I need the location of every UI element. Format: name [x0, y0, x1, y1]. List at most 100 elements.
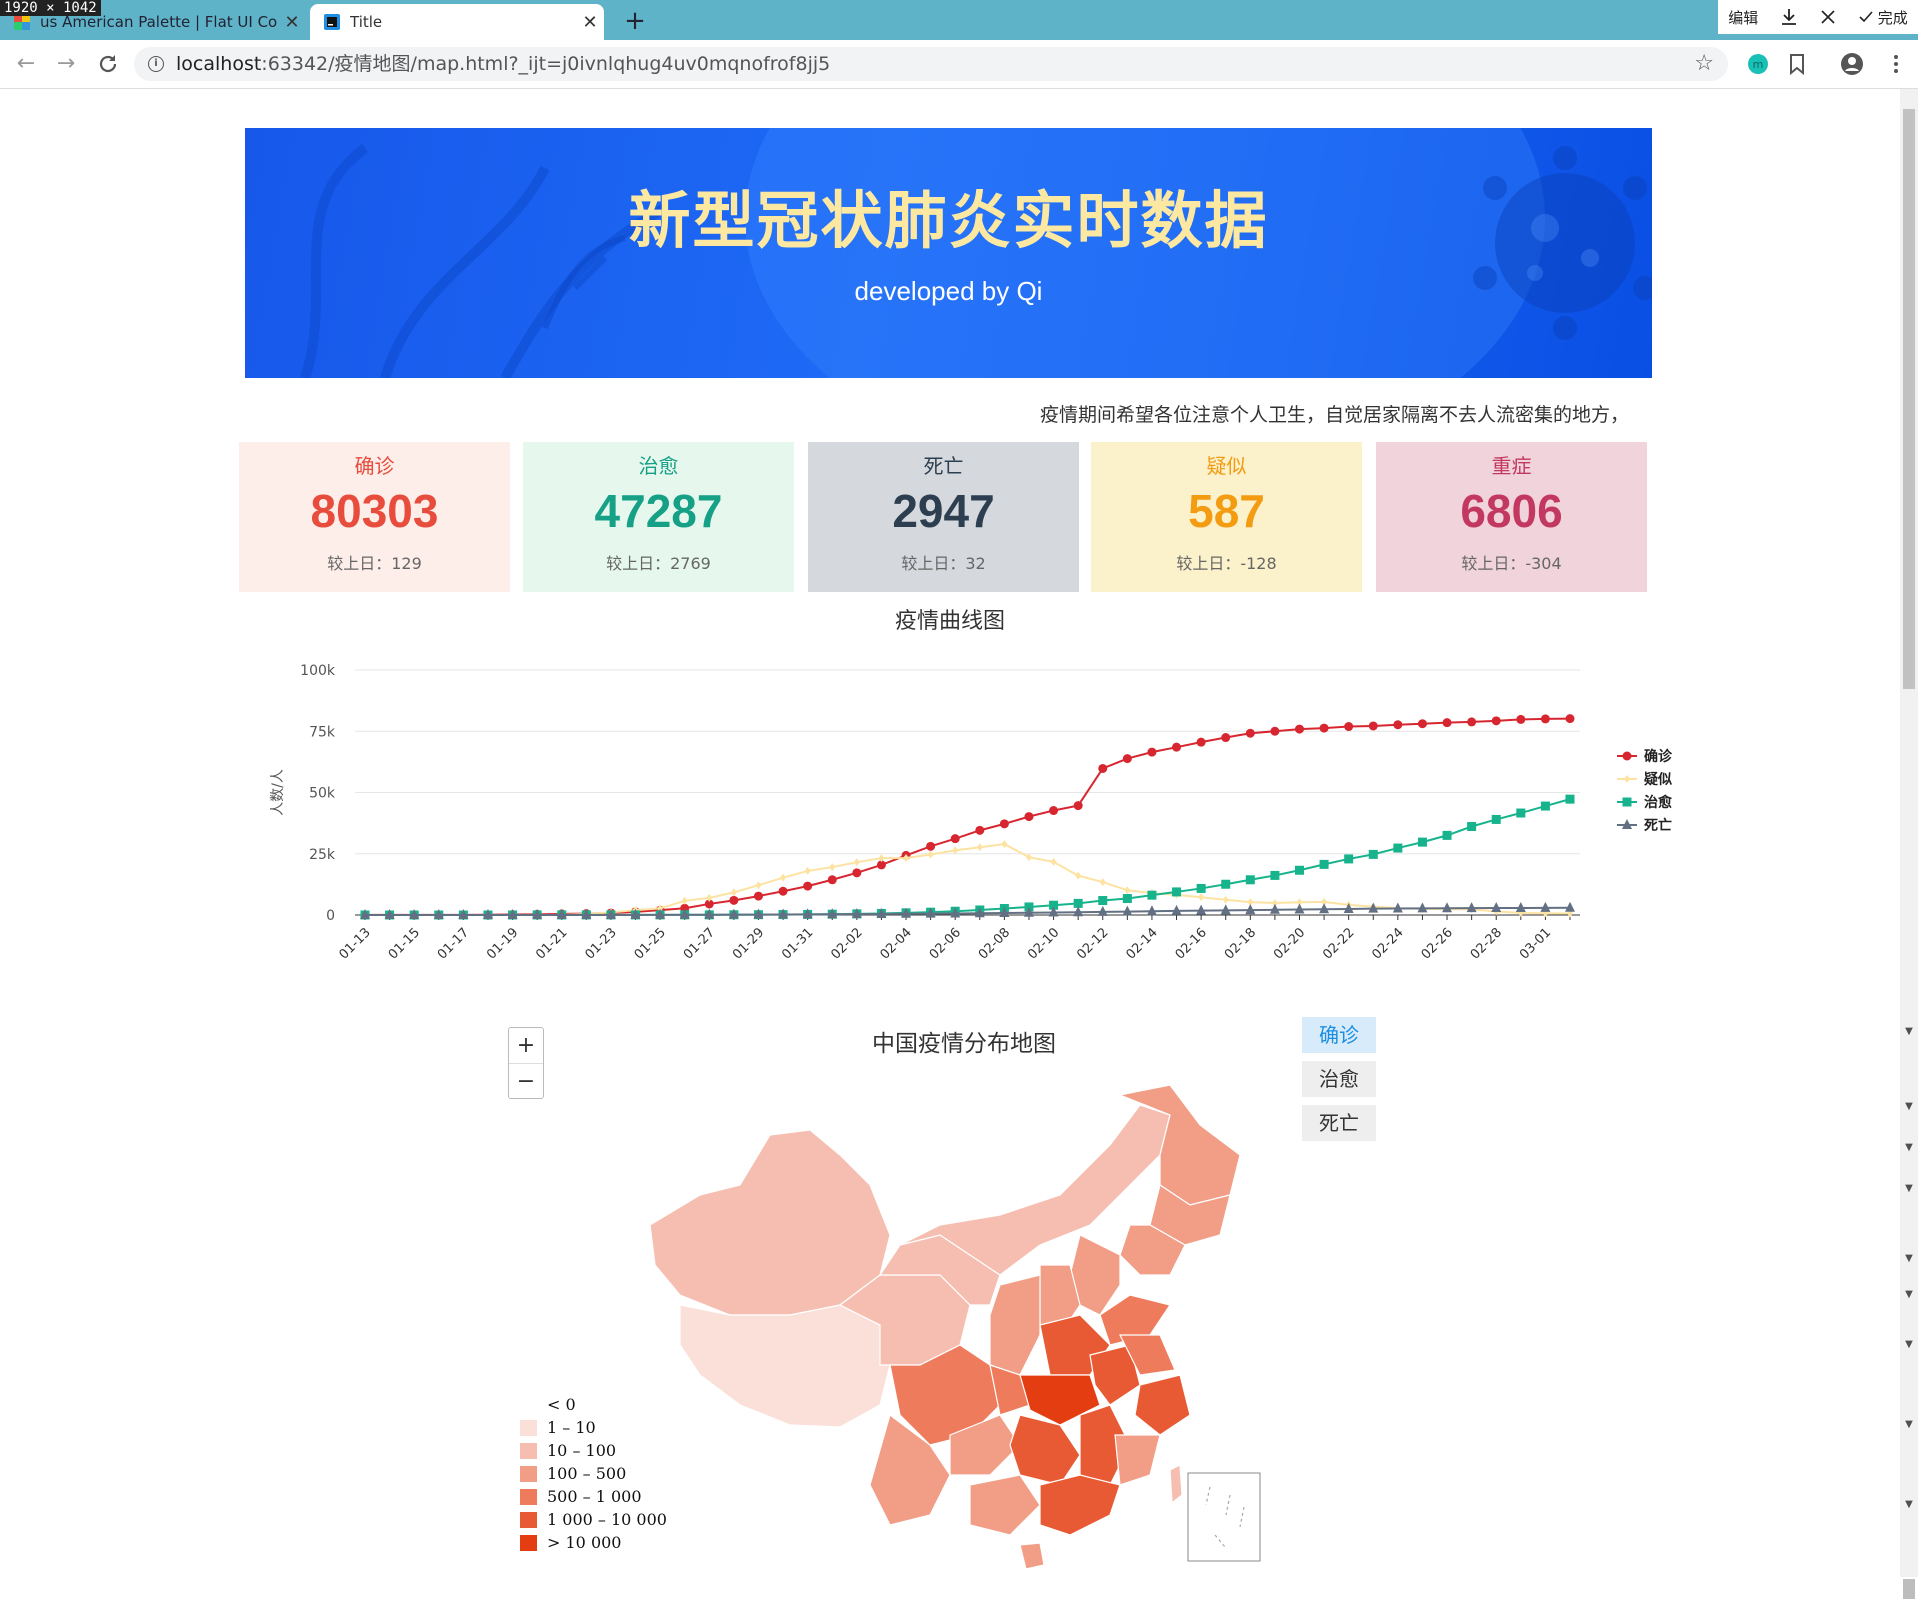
- stat-label: 治愈: [638, 454, 679, 478]
- scroll-marker: ▼: [1905, 1253, 1913, 1264]
- hero-banner: 新型冠状肺炎实时数据 developed by Qi: [245, 128, 1652, 378]
- address-bar[interactable]: i localhost:63342/疫情地图/map.html?_ijt=j0i…: [134, 47, 1728, 81]
- data-point: [778, 886, 788, 896]
- legend-swatch: [520, 1397, 537, 1413]
- close-tab-icon[interactable]: ✕: [278, 12, 306, 33]
- download-icon[interactable]: [1779, 7, 1799, 27]
- stat-delta: 较上日：129: [327, 554, 422, 573]
- province-xinjiang[interactable]: [649, 1129, 891, 1316]
- webstorm-favicon-icon: [324, 14, 340, 30]
- legend-label: 100 – 500: [547, 1464, 627, 1483]
- x-tick-label: 02-18: [1222, 925, 1259, 962]
- province-hunan[interactable]: [1009, 1414, 1081, 1486]
- data-point: [1001, 840, 1008, 849]
- data-point: [1344, 722, 1354, 732]
- legend-label: < 0: [547, 1395, 576, 1414]
- reload-icon[interactable]: [96, 52, 120, 76]
- series-line: [365, 798, 1571, 916]
- extension-icon[interactable]: m: [1746, 52, 1770, 76]
- stat-delta: 较上日：-304: [1461, 554, 1562, 573]
- zoom-out-button[interactable]: −: [509, 1063, 543, 1099]
- data-point: [1099, 878, 1106, 887]
- scroll-marker: ▼: [1905, 1142, 1913, 1153]
- map-tab-confirmed[interactable]: 确诊: [1302, 1017, 1376, 1053]
- edit-button[interactable]: 编辑: [1728, 7, 1758, 28]
- y-tick-label: 0: [326, 908, 335, 924]
- data-point: [753, 891, 763, 901]
- legend-label: 治愈: [1644, 794, 1673, 811]
- data-point: [1198, 893, 1205, 902]
- tab-title-page[interactable]: Title ✕: [310, 4, 604, 40]
- province-guangxi[interactable]: [969, 1474, 1041, 1536]
- svg-text:m: m: [1753, 58, 1764, 71]
- province-hainan[interactable]: [1019, 1542, 1045, 1570]
- stat-label: 死亡: [923, 454, 964, 478]
- legend-label: 10 – 100: [547, 1441, 617, 1460]
- legend-swatch: [520, 1512, 537, 1528]
- bookmark-icon[interactable]: [1785, 52, 1809, 76]
- scroll-marker: [1903, 1579, 1915, 1599]
- scroll-marker: ▼: [1905, 1026, 1913, 1037]
- province-taiwan[interactable]: [1169, 1464, 1183, 1505]
- legend-label: 500 – 1 000: [547, 1487, 642, 1506]
- data-point: [1417, 837, 1427, 847]
- page-scrollbar[interactable]: ▼ ▼ ▼ ▼ ▼ ▼ ▼ ▼ ▼: [1900, 89, 1918, 1599]
- scroll-marker: ▼: [1905, 1289, 1913, 1300]
- screenshot-size-badge: 1920 × 1042: [0, 0, 101, 16]
- stat-card-severe: 重症 6806 较上日：-304: [1376, 442, 1647, 592]
- map-title: 中国疫情分布地图: [872, 1031, 1056, 1057]
- x-tick-label: 03-01: [1517, 925, 1554, 962]
- y-axis-label: 人数/人: [270, 769, 286, 816]
- province-tibet[interactable]: [679, 1304, 891, 1428]
- data-point: [1221, 879, 1231, 889]
- data-point: [1319, 723, 1329, 733]
- province-shaanxi[interactable]: [989, 1274, 1041, 1376]
- site-info-icon[interactable]: i: [148, 56, 164, 72]
- account-avatar-icon[interactable]: [1840, 52, 1864, 76]
- legend-swatch: [520, 1466, 537, 1482]
- data-point: [1122, 754, 1132, 764]
- x-tick-label: 02-26: [1419, 925, 1456, 962]
- stat-label: 确诊: [354, 454, 395, 478]
- data-point: [1075, 871, 1082, 880]
- url-text[interactable]: localhost:63342/疫情地图/map.html?_ijt=j0ivn…: [176, 47, 830, 81]
- legend-label: 1 000 – 10 000: [547, 1510, 667, 1529]
- data-point: [1294, 865, 1304, 875]
- close-tab-icon[interactable]: ✕: [576, 12, 604, 33]
- forward-arrow-icon[interactable]: →: [52, 50, 80, 78]
- y-tick-label: 100k: [300, 663, 336, 679]
- back-arrow-icon[interactable]: ←: [12, 50, 40, 78]
- bookmark-star-icon[interactable]: ☆: [1694, 51, 1714, 76]
- china-map[interactable]: [640, 1075, 1340, 1575]
- legend-label: 1 – 10: [547, 1418, 596, 1437]
- done-label: 完成: [1877, 8, 1908, 27]
- new-tab-button[interactable]: +: [620, 6, 650, 36]
- data-point: [1442, 830, 1452, 840]
- zoom-in-button[interactable]: +: [509, 1028, 543, 1063]
- legend-swatch: [520, 1443, 537, 1459]
- province-fujian[interactable]: [1114, 1434, 1161, 1486]
- checkmark-icon: [1859, 11, 1873, 23]
- stat-delta: 较上日：2769: [606, 554, 711, 573]
- data-point: [1467, 822, 1477, 832]
- x-tick-label: 02-06: [927, 925, 964, 962]
- data-point: [1540, 714, 1550, 724]
- data-point: [1417, 719, 1427, 729]
- data-point: [1270, 726, 1280, 736]
- south-china-sea-inset: [1187, 1472, 1261, 1562]
- province-guangdong[interactable]: [1039, 1474, 1121, 1536]
- x-tick-label: 01-17: [435, 925, 472, 962]
- province-zhejiang[interactable]: [1134, 1374, 1191, 1436]
- data-point: [999, 819, 1009, 829]
- scroll-marker: ▼: [1905, 1339, 1913, 1350]
- data-point: [1491, 716, 1501, 726]
- close-icon[interactable]: [1819, 8, 1837, 26]
- done-button[interactable]: 完成: [1858, 7, 1908, 28]
- stat-label: 疑似: [1206, 454, 1247, 478]
- menu-kebab-icon[interactable]: [1884, 52, 1908, 76]
- data-point: [1294, 724, 1304, 734]
- data-point: [1565, 794, 1575, 804]
- data-point: [1368, 849, 1378, 859]
- x-tick-label: 02-02: [828, 925, 865, 962]
- scrollbar-thumb[interactable]: [1903, 109, 1915, 689]
